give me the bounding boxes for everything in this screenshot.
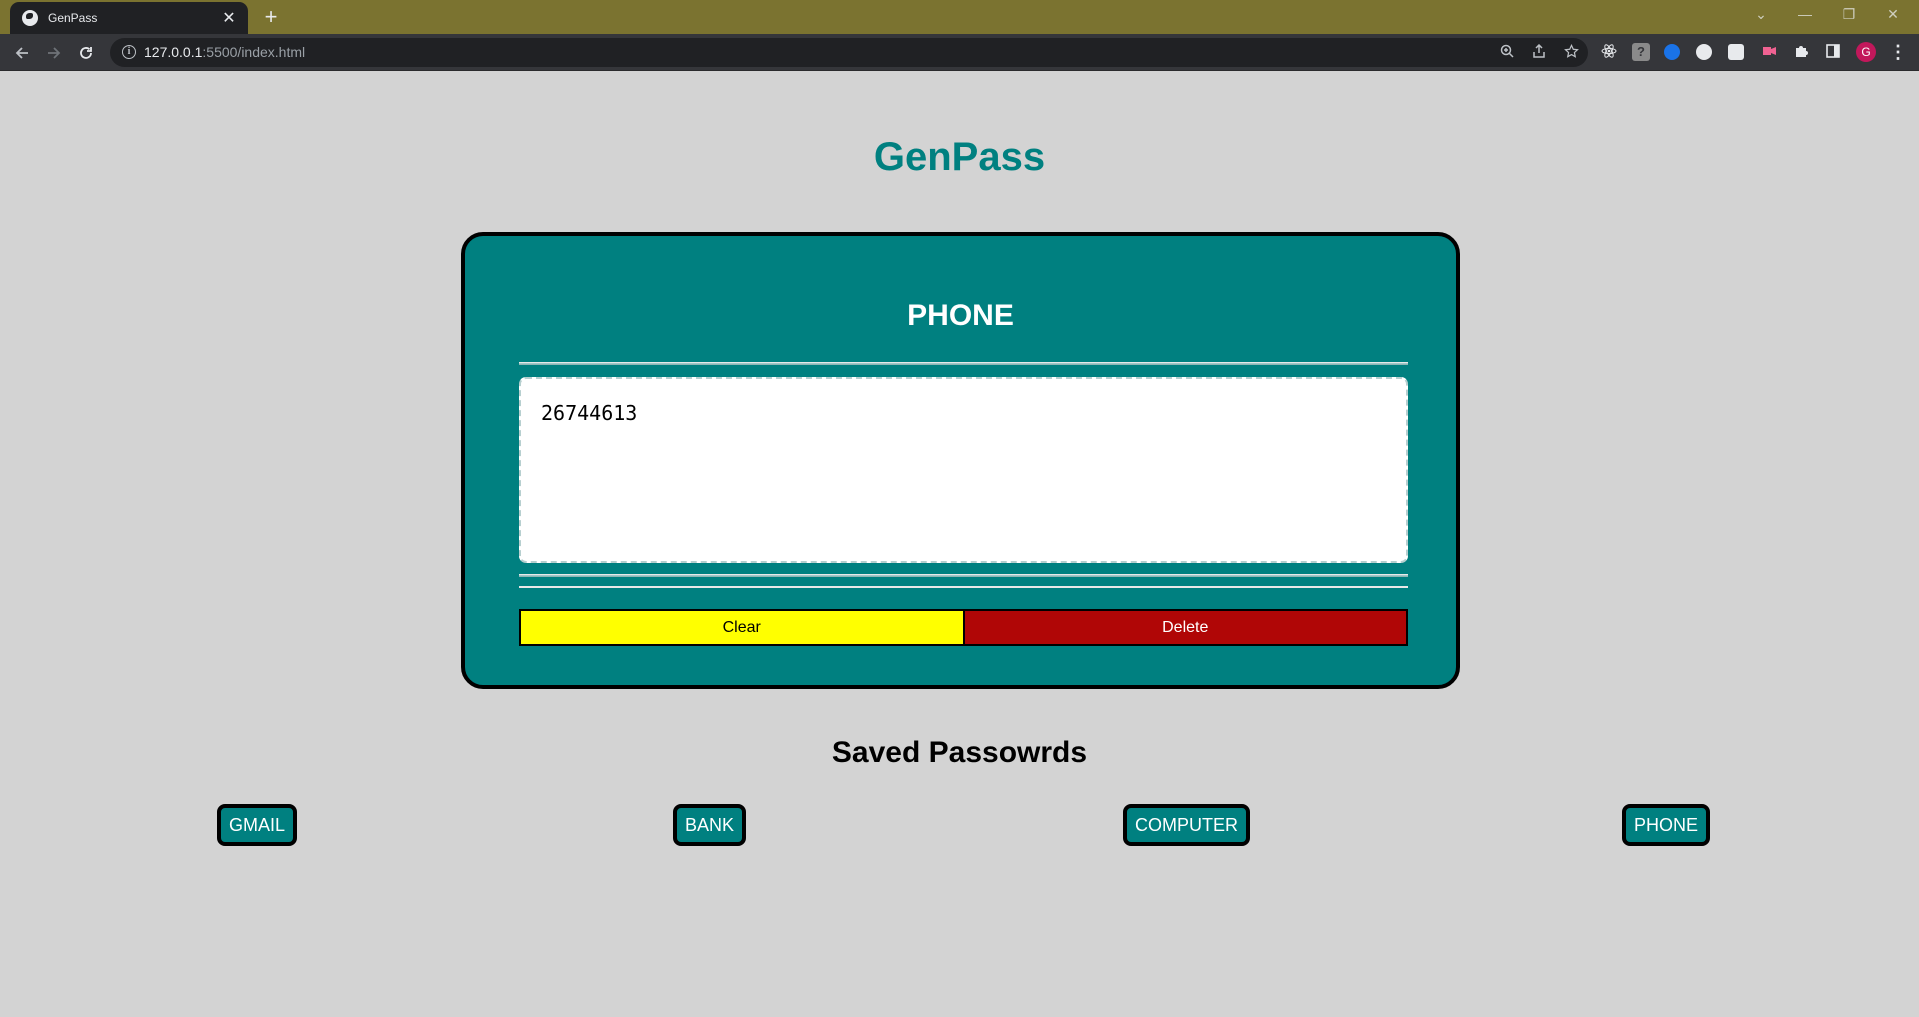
react-devtools-icon[interactable]	[1600, 43, 1618, 61]
bottom-divider-line	[519, 586, 1408, 588]
zoom-icon[interactable]	[1498, 44, 1516, 62]
saved-item-gmail[interactable]: GMAIL	[217, 804, 298, 846]
minimize-icon[interactable]: —	[1783, 0, 1827, 30]
selected-account-title: PHONE	[907, 299, 1014, 332]
vpn-extension-icon[interactable]	[1664, 44, 1680, 60]
top-divider	[519, 362, 1408, 365]
forward-arrow-icon[interactable]	[40, 39, 68, 67]
browser-menu-icon[interactable]: ⋮	[1888, 42, 1908, 62]
share-icon[interactable]	[1530, 43, 1548, 62]
url-text: 127.0.0.1:5500/index.html	[144, 44, 306, 60]
saved-passwords-heading: Saved Passowrds	[831, 736, 1088, 769]
close-tab-icon[interactable]: ✕	[220, 8, 238, 28]
restore-icon[interactable]: ❐	[1827, 0, 1871, 30]
globe-favicon-icon	[22, 10, 38, 26]
tab-title: GenPass	[48, 11, 98, 25]
password-display[interactable]: 26744613	[519, 377, 1408, 563]
saved-item-computer[interactable]: COMPUTER	[1123, 804, 1250, 846]
site-info-icon[interactable]: i	[122, 45, 136, 59]
app-title: GenPass	[873, 135, 1046, 179]
bottom-divider	[519, 574, 1408, 577]
help-extension-icon[interactable]: ?	[1632, 43, 1650, 61]
browser-tab-genpass[interactable]: GenPass ✕	[10, 2, 248, 34]
screenshot-extension-icon[interactable]	[1728, 44, 1744, 60]
address-bar[interactable]: i 127.0.0.1:5500/index.html	[110, 38, 1588, 67]
tab-search-icon[interactable]: ⌄	[1739, 0, 1783, 30]
tab-strip: GenPass ✕ + ⌄ — ❐ ✕	[0, 0, 1919, 34]
puzzle-extensions-icon[interactable]	[1792, 43, 1810, 61]
bookmark-star-icon[interactable]	[1562, 43, 1580, 62]
browser-toolbar: i 127.0.0.1:5500/index.html ? G ⋮	[0, 34, 1919, 71]
back-arrow-icon[interactable]	[8, 39, 36, 67]
saved-item-bank[interactable]: BANK	[673, 804, 747, 846]
dark-mode-extension-icon[interactable]	[1696, 44, 1712, 60]
close-window-icon[interactable]: ✕	[1871, 0, 1915, 30]
side-panel-icon[interactable]	[1824, 43, 1842, 61]
recorder-extension-icon[interactable]	[1760, 43, 1778, 61]
reload-icon[interactable]	[72, 39, 100, 67]
browser-chrome: GenPass ✕ + ⌄ — ❐ ✕ i 127.0.0.1:5500/ind…	[0, 0, 1919, 71]
password-card: PHONE 26744613 Clear Delete	[461, 232, 1460, 689]
new-tab-button[interactable]: +	[258, 4, 284, 30]
profile-avatar[interactable]: G	[1856, 42, 1876, 62]
action-buttons: Clear Delete	[519, 609, 1408, 646]
saved-item-phone[interactable]: PHONE	[1622, 804, 1711, 846]
clear-button[interactable]: Clear	[519, 609, 965, 646]
delete-button[interactable]: Delete	[964, 609, 1408, 646]
